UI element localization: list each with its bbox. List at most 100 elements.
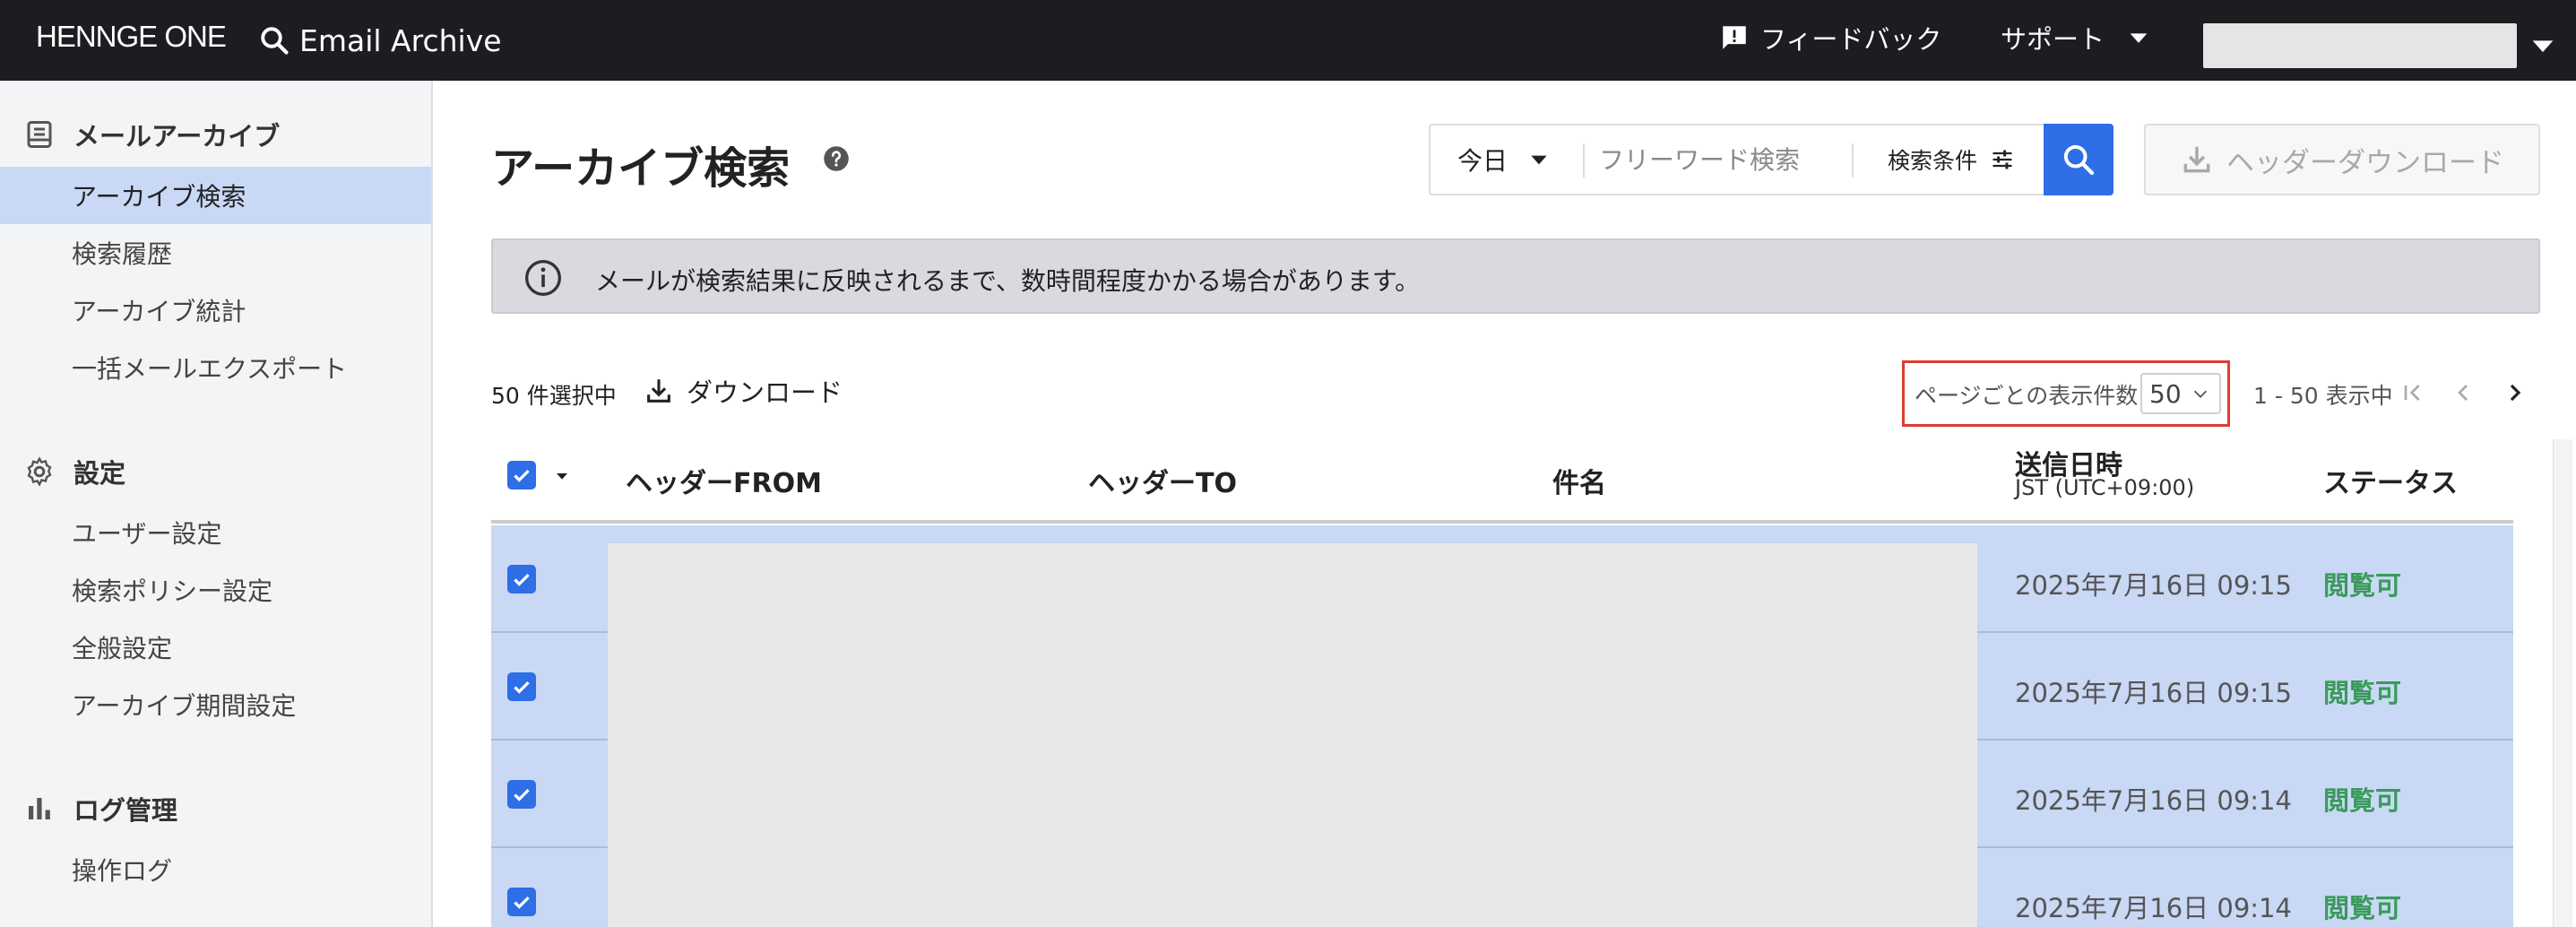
column-header-sent-timezone: JST (UTC+09:00) <box>2015 475 2195 500</box>
app-title[interactable]: Email Archive <box>258 18 502 63</box>
sidebar-item-label: 一括メールエクスポート <box>72 354 348 384</box>
sidebar-section-title: メールアーカイブ <box>73 121 281 152</box>
download-label: ダウンロード <box>687 377 843 408</box>
column-header-status[interactable]: ステータス <box>2323 461 2458 500</box>
sidebar-item-user-settings[interactable]: ユーザー設定 <box>0 504 431 561</box>
sidebar: メールアーカイブ アーカイブ検索 検索履歴 アーカイブ統計 一括メールエクスポー… <box>0 81 433 927</box>
redacted-area <box>608 543 1977 927</box>
sidebar-section-logs: ログ管理 <box>0 782 433 836</box>
row-sent-date: 2025年7月16日 09:15 <box>2015 570 2292 601</box>
next-page-button[interactable] <box>2501 377 2529 409</box>
feedback-label: フィードバック <box>1760 24 1942 55</box>
divider <box>1852 143 1854 178</box>
per-page-select[interactable]: 50 <box>2140 373 2221 414</box>
sidebar-item-bulk-export[interactable]: 一括メールエクスポート <box>0 339 431 396</box>
first-page-button[interactable] <box>2399 377 2427 409</box>
search-icon <box>2063 144 2095 176</box>
range-text: 1 - 50 表示中 <box>2253 383 2393 409</box>
page-title: アーカイブ検索 <box>491 143 791 194</box>
user-menu-caret-icon[interactable] <box>2528 30 2558 61</box>
header-download-label: ヘッダーダウンロード <box>2226 146 2504 179</box>
sidebar-item-search-history[interactable]: 検索履歴 <box>0 224 431 282</box>
help-icon[interactable] <box>823 145 850 172</box>
sidebar-item-search-policy[interactable]: 検索ポリシー設定 <box>0 561 431 619</box>
row-status: 閲覧可 <box>2323 893 2402 923</box>
feedback-icon <box>1723 26 1746 49</box>
row-checkbox[interactable] <box>507 888 536 916</box>
check-icon <box>514 680 530 694</box>
support-label: サポート <box>2001 24 2105 55</box>
chevron-down-icon <box>2193 390 2207 398</box>
scrollbar[interactable] <box>2553 439 2572 927</box>
caret-down-icon <box>2130 33 2148 43</box>
row-status: 閲覧可 <box>2323 678 2402 708</box>
first-page-icon <box>2404 385 2420 401</box>
archive-icon <box>27 121 52 148</box>
chevron-right-icon <box>2510 384 2521 402</box>
feedback-button[interactable]: フィードバック <box>1719 18 1941 57</box>
sidebar-item-operation-log[interactable]: 操作ログ <box>0 841 431 898</box>
per-page-label: ページごとの表示件数 <box>1915 383 2139 409</box>
download-icon <box>647 379 670 403</box>
column-header-subject[interactable]: 件名 <box>1552 461 1606 500</box>
sidebar-item-label: 検索ポリシー設定 <box>72 576 273 606</box>
selection-count: 50 件選択中 <box>491 383 617 409</box>
user-account-box[interactable] <box>2203 23 2517 68</box>
app-title-text: Email Archive <box>299 22 502 58</box>
check-icon <box>514 469 530 482</box>
sidebar-item-label: アーカイブ検索 <box>72 182 246 212</box>
sidebar-item-archive-stats[interactable]: アーカイブ統計 <box>0 282 431 339</box>
check-icon <box>514 573 530 586</box>
search-conditions-button[interactable]: 検索条件 <box>1888 142 2015 178</box>
sidebar-item-label: アーカイブ期間設定 <box>72 691 297 721</box>
row-checkbox[interactable] <box>507 780 536 809</box>
date-range-select[interactable]: 今日 <box>1457 142 1551 178</box>
check-icon <box>514 896 530 909</box>
prev-page-button[interactable] <box>2449 377 2477 409</box>
check-icon <box>514 788 530 801</box>
row-sent-date: 2025年7月16日 09:14 <box>2015 785 2292 816</box>
bar-chart-icon <box>29 798 50 819</box>
date-range-value: 今日 <box>1457 146 1508 176</box>
sidebar-item-archive-period[interactable]: アーカイブ期間設定 <box>0 676 431 733</box>
search-conditions-label: 検索条件 <box>1888 148 1978 174</box>
sidebar-section-settings: 設定 <box>0 445 433 498</box>
brand-logo[interactable]: HENNGE ONE <box>36 20 227 54</box>
download-button[interactable]: ダウンロード <box>644 371 843 411</box>
sidebar-item-archive-search[interactable]: アーカイブ検索 <box>0 167 431 224</box>
search-icon <box>261 27 289 55</box>
row-sent-date: 2025年7月16日 09:14 <box>2015 893 2292 923</box>
gear-icon <box>27 456 52 487</box>
select-menu-caret-icon[interactable] <box>554 468 570 484</box>
row-status: 閲覧可 <box>2323 785 2402 816</box>
sliders-icon <box>1993 150 2012 169</box>
divider <box>1583 143 1585 178</box>
sidebar-item-general-settings[interactable]: 全般設定 <box>0 619 431 676</box>
column-header-to[interactable]: ヘッダーTO <box>1088 461 1237 500</box>
row-checkbox[interactable] <box>507 672 536 701</box>
keyword-search-input[interactable] <box>1599 134 1832 185</box>
sidebar-item-label: アーカイブ統計 <box>72 297 246 326</box>
chevron-left-icon <box>2458 385 2468 401</box>
sidebar-item-label: ユーザー設定 <box>72 519 222 549</box>
info-icon <box>525 260 561 296</box>
select-all-checkbox[interactable] <box>507 461 536 489</box>
per-page-value: 50 <box>2149 378 2182 409</box>
caret-down-icon <box>1531 155 1547 165</box>
search-button[interactable] <box>2044 124 2114 195</box>
column-header-from[interactable]: ヘッダーFROM <box>626 461 822 500</box>
info-notice: メールが検索結果に反映されるまで、数時間程度かかる場合があります。 <box>491 238 2540 314</box>
row-sent-date: 2025年7月16日 09:15 <box>2015 678 2292 708</box>
notice-text: メールが検索結果に反映されるまで、数時間程度かかる場合があります。 <box>595 266 1421 296</box>
support-menu[interactable]: サポート <box>2001 18 2151 57</box>
sidebar-item-label: 全般設定 <box>72 634 173 663</box>
sidebar-item-label: 検索履歴 <box>72 239 173 269</box>
sidebar-item-label: 操作ログ <box>72 856 173 886</box>
download-icon <box>2183 146 2210 173</box>
top-bar: HENNGE ONE Email Archive フィードバック サポート <box>0 0 2576 81</box>
row-status: 閲覧可 <box>2323 570 2402 601</box>
row-checkbox[interactable] <box>507 565 536 593</box>
table-header: ヘッダーFROM ヘッダーTO 件名 送信日時 JST (UTC+09:00) … <box>491 439 2513 524</box>
sidebar-section-title: ログ管理 <box>73 795 178 826</box>
header-download-button[interactable]: ヘッダーダウンロード <box>2144 124 2540 195</box>
